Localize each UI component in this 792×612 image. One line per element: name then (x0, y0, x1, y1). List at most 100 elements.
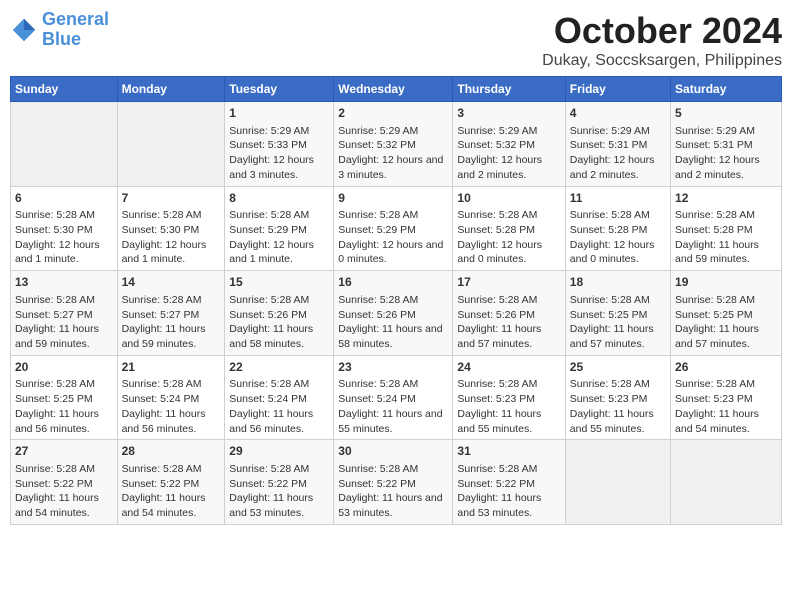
calendar-cell: 1 Sunrise: 5:29 AMSunset: 5:33 PMDaylight… (225, 102, 334, 187)
day-number: 3 (457, 105, 560, 122)
day-number: 28 (122, 443, 221, 460)
day-number: 12 (675, 190, 777, 207)
calendar-cell (11, 102, 118, 187)
calendar-week-row: 1 Sunrise: 5:29 AMSunset: 5:33 PMDaylight… (11, 102, 782, 187)
page-header: General Blue October 2024 Dukay, Soccsks… (10, 10, 782, 70)
weekday-header-row: SundayMondayTuesdayWednesdayThursdayFrid… (11, 77, 782, 102)
weekday-header: Saturday (671, 77, 782, 102)
day-number: 26 (675, 359, 777, 376)
day-info: Sunrise: 5:28 AMSunset: 5:26 PMDaylight:… (338, 293, 448, 352)
calendar-cell: 28 Sunrise: 5:28 AMSunset: 5:22 PMDayligh… (117, 440, 225, 525)
day-info: Sunrise: 5:28 AMSunset: 5:28 PMDaylight:… (570, 208, 666, 267)
calendar-cell: 9Sunrise: 5:28 AMSunset: 5:29 PMDaylight… (334, 186, 453, 271)
day-info: Sunrise: 5:28 AMSunset: 5:27 PMDaylight:… (122, 293, 221, 352)
day-info: Sunrise: 5:28 AMSunset: 5:29 PMDaylight:… (338, 208, 448, 267)
calendar-cell: 10Sunrise: 5:28 AMSunset: 5:28 PMDayligh… (453, 186, 565, 271)
weekday-header: Monday (117, 77, 225, 102)
day-number: 24 (457, 359, 560, 376)
day-info: Sunrise: 5:28 AMSunset: 5:26 PMDaylight:… (457, 293, 560, 352)
calendar-cell: 25Sunrise: 5:28 AMSunset: 5:23 PMDayligh… (565, 355, 670, 440)
day-info: Sunrise: 5:29 AMSunset: 5:32 PMDaylight:… (457, 124, 560, 183)
weekday-header: Friday (565, 77, 670, 102)
calendar-cell: 3 Sunrise: 5:29 AMSunset: 5:32 PMDaylight… (453, 102, 565, 187)
day-info: Sunrise: 5:29 AMSunset: 5:31 PMDaylight:… (570, 124, 666, 183)
day-number: 1 (229, 105, 329, 122)
day-info: Sunrise: 5:28 AMSunset: 5:22 PMDaylight:… (15, 462, 113, 521)
calendar-cell (117, 102, 225, 187)
day-number: 23 (338, 359, 448, 376)
day-number: 7 (122, 190, 221, 207)
day-number: 22 (229, 359, 329, 376)
day-info: Sunrise: 5:28 AMSunset: 5:24 PMDaylight:… (122, 377, 221, 436)
logo-line1: General (42, 9, 109, 29)
logo: General Blue (10, 10, 109, 50)
calendar-cell: 19Sunrise: 5:28 AMSunset: 5:25 PMDayligh… (671, 271, 782, 356)
day-info: Sunrise: 5:29 AMSunset: 5:33 PMDaylight:… (229, 124, 329, 183)
calendar-cell: 2 Sunrise: 5:29 AMSunset: 5:32 PMDaylight… (334, 102, 453, 187)
day-number: 16 (338, 274, 448, 291)
calendar-cell: 12Sunrise: 5:28 AMSunset: 5:28 PMDayligh… (671, 186, 782, 271)
day-number: 25 (570, 359, 666, 376)
day-number: 19 (675, 274, 777, 291)
calendar-cell: 23Sunrise: 5:28 AMSunset: 5:24 PMDayligh… (334, 355, 453, 440)
day-info: Sunrise: 5:28 AMSunset: 5:22 PMDaylight:… (122, 462, 221, 521)
day-info: Sunrise: 5:28 AMSunset: 5:30 PMDaylight:… (122, 208, 221, 267)
calendar-cell: 18Sunrise: 5:28 AMSunset: 5:25 PMDayligh… (565, 271, 670, 356)
calendar-cell: 4 Sunrise: 5:29 AMSunset: 5:31 PMDaylight… (565, 102, 670, 187)
calendar-week-row: 27 Sunrise: 5:28 AMSunset: 5:22 PMDayligh… (11, 440, 782, 525)
day-info: Sunrise: 5:28 AMSunset: 5:22 PMDaylight:… (457, 462, 560, 521)
day-number: 13 (15, 274, 113, 291)
logo-icon (10, 16, 38, 44)
weekday-header: Tuesday (225, 77, 334, 102)
logo-text: General Blue (42, 10, 109, 50)
day-info: Sunrise: 5:28 AMSunset: 5:28 PMDaylight:… (457, 208, 560, 267)
calendar-cell: 26Sunrise: 5:28 AMSunset: 5:23 PMDayligh… (671, 355, 782, 440)
day-number: 14 (122, 274, 221, 291)
day-number: 9 (338, 190, 448, 207)
day-number: 6 (15, 190, 113, 207)
day-number: 8 (229, 190, 329, 207)
calendar-cell: 14 Sunrise: 5:28 AMSunset: 5:27 PMDayligh… (117, 271, 225, 356)
logo-line2: Blue (42, 29, 81, 49)
day-info: Sunrise: 5:28 AMSunset: 5:30 PMDaylight:… (15, 208, 113, 267)
weekday-header: Sunday (11, 77, 118, 102)
calendar-cell: 16 Sunrise: 5:28 AMSunset: 5:26 PMDayligh… (334, 271, 453, 356)
day-info: Sunrise: 5:28 AMSunset: 5:23 PMDaylight:… (570, 377, 666, 436)
day-number: 29 (229, 443, 329, 460)
calendar-cell: 7Sunrise: 5:28 AMSunset: 5:30 PMDaylight… (117, 186, 225, 271)
calendar-cell (671, 440, 782, 525)
calendar-cell: 20Sunrise: 5:28 AMSunset: 5:25 PMDayligh… (11, 355, 118, 440)
calendar-cell: 5Sunrise: 5:29 AMSunset: 5:31 PMDaylight… (671, 102, 782, 187)
calendar-cell: 17 Sunrise: 5:28 AMSunset: 5:26 PMDayligh… (453, 271, 565, 356)
day-info: Sunrise: 5:28 AMSunset: 5:25 PMDaylight:… (15, 377, 113, 436)
calendar-cell: 15Sunrise: 5:28 AMSunset: 5:26 PMDayligh… (225, 271, 334, 356)
day-info: Sunrise: 5:28 AMSunset: 5:25 PMDaylight:… (570, 293, 666, 352)
day-number: 30 (338, 443, 448, 460)
day-number: 17 (457, 274, 560, 291)
day-info: Sunrise: 5:29 AMSunset: 5:32 PMDaylight:… (338, 124, 448, 183)
weekday-header: Thursday (453, 77, 565, 102)
calendar-cell: 6Sunrise: 5:28 AMSunset: 5:30 PMDaylight… (11, 186, 118, 271)
day-number: 27 (15, 443, 113, 460)
day-number: 15 (229, 274, 329, 291)
weekday-header: Wednesday (334, 77, 453, 102)
day-number: 2 (338, 105, 448, 122)
month-title: October 2024 (542, 10, 782, 52)
day-info: Sunrise: 5:28 AMSunset: 5:29 PMDaylight:… (229, 208, 329, 267)
calendar-cell: 13Sunrise: 5:28 AMSunset: 5:27 PMDayligh… (11, 271, 118, 356)
day-number: 11 (570, 190, 666, 207)
title-block: October 2024 Dukay, Soccsksargen, Philip… (542, 10, 782, 70)
calendar-week-row: 6Sunrise: 5:28 AMSunset: 5:30 PMDaylight… (11, 186, 782, 271)
day-info: Sunrise: 5:28 AMSunset: 5:22 PMDaylight:… (229, 462, 329, 521)
day-number: 4 (570, 105, 666, 122)
calendar-cell: 11Sunrise: 5:28 AMSunset: 5:28 PMDayligh… (565, 186, 670, 271)
calendar-cell: 22Sunrise: 5:28 AMSunset: 5:24 PMDayligh… (225, 355, 334, 440)
day-info: Sunrise: 5:28 AMSunset: 5:24 PMDaylight:… (338, 377, 448, 436)
day-info: Sunrise: 5:28 AMSunset: 5:22 PMDaylight:… (338, 462, 448, 521)
calendar-cell: 27 Sunrise: 5:28 AMSunset: 5:22 PMDayligh… (11, 440, 118, 525)
calendar-week-row: 20Sunrise: 5:28 AMSunset: 5:25 PMDayligh… (11, 355, 782, 440)
calendar-week-row: 13 Sunrise: 5:28 AMSunset: 5:27 PMDayligh… (11, 271, 782, 356)
day-number: 21 (122, 359, 221, 376)
calendar-table: SundayMondayTuesdayWednesdayThursdayFrid… (10, 76, 782, 525)
day-info: Sunrise: 5:29 AMSunset: 5:31 PMDaylight:… (675, 124, 777, 183)
